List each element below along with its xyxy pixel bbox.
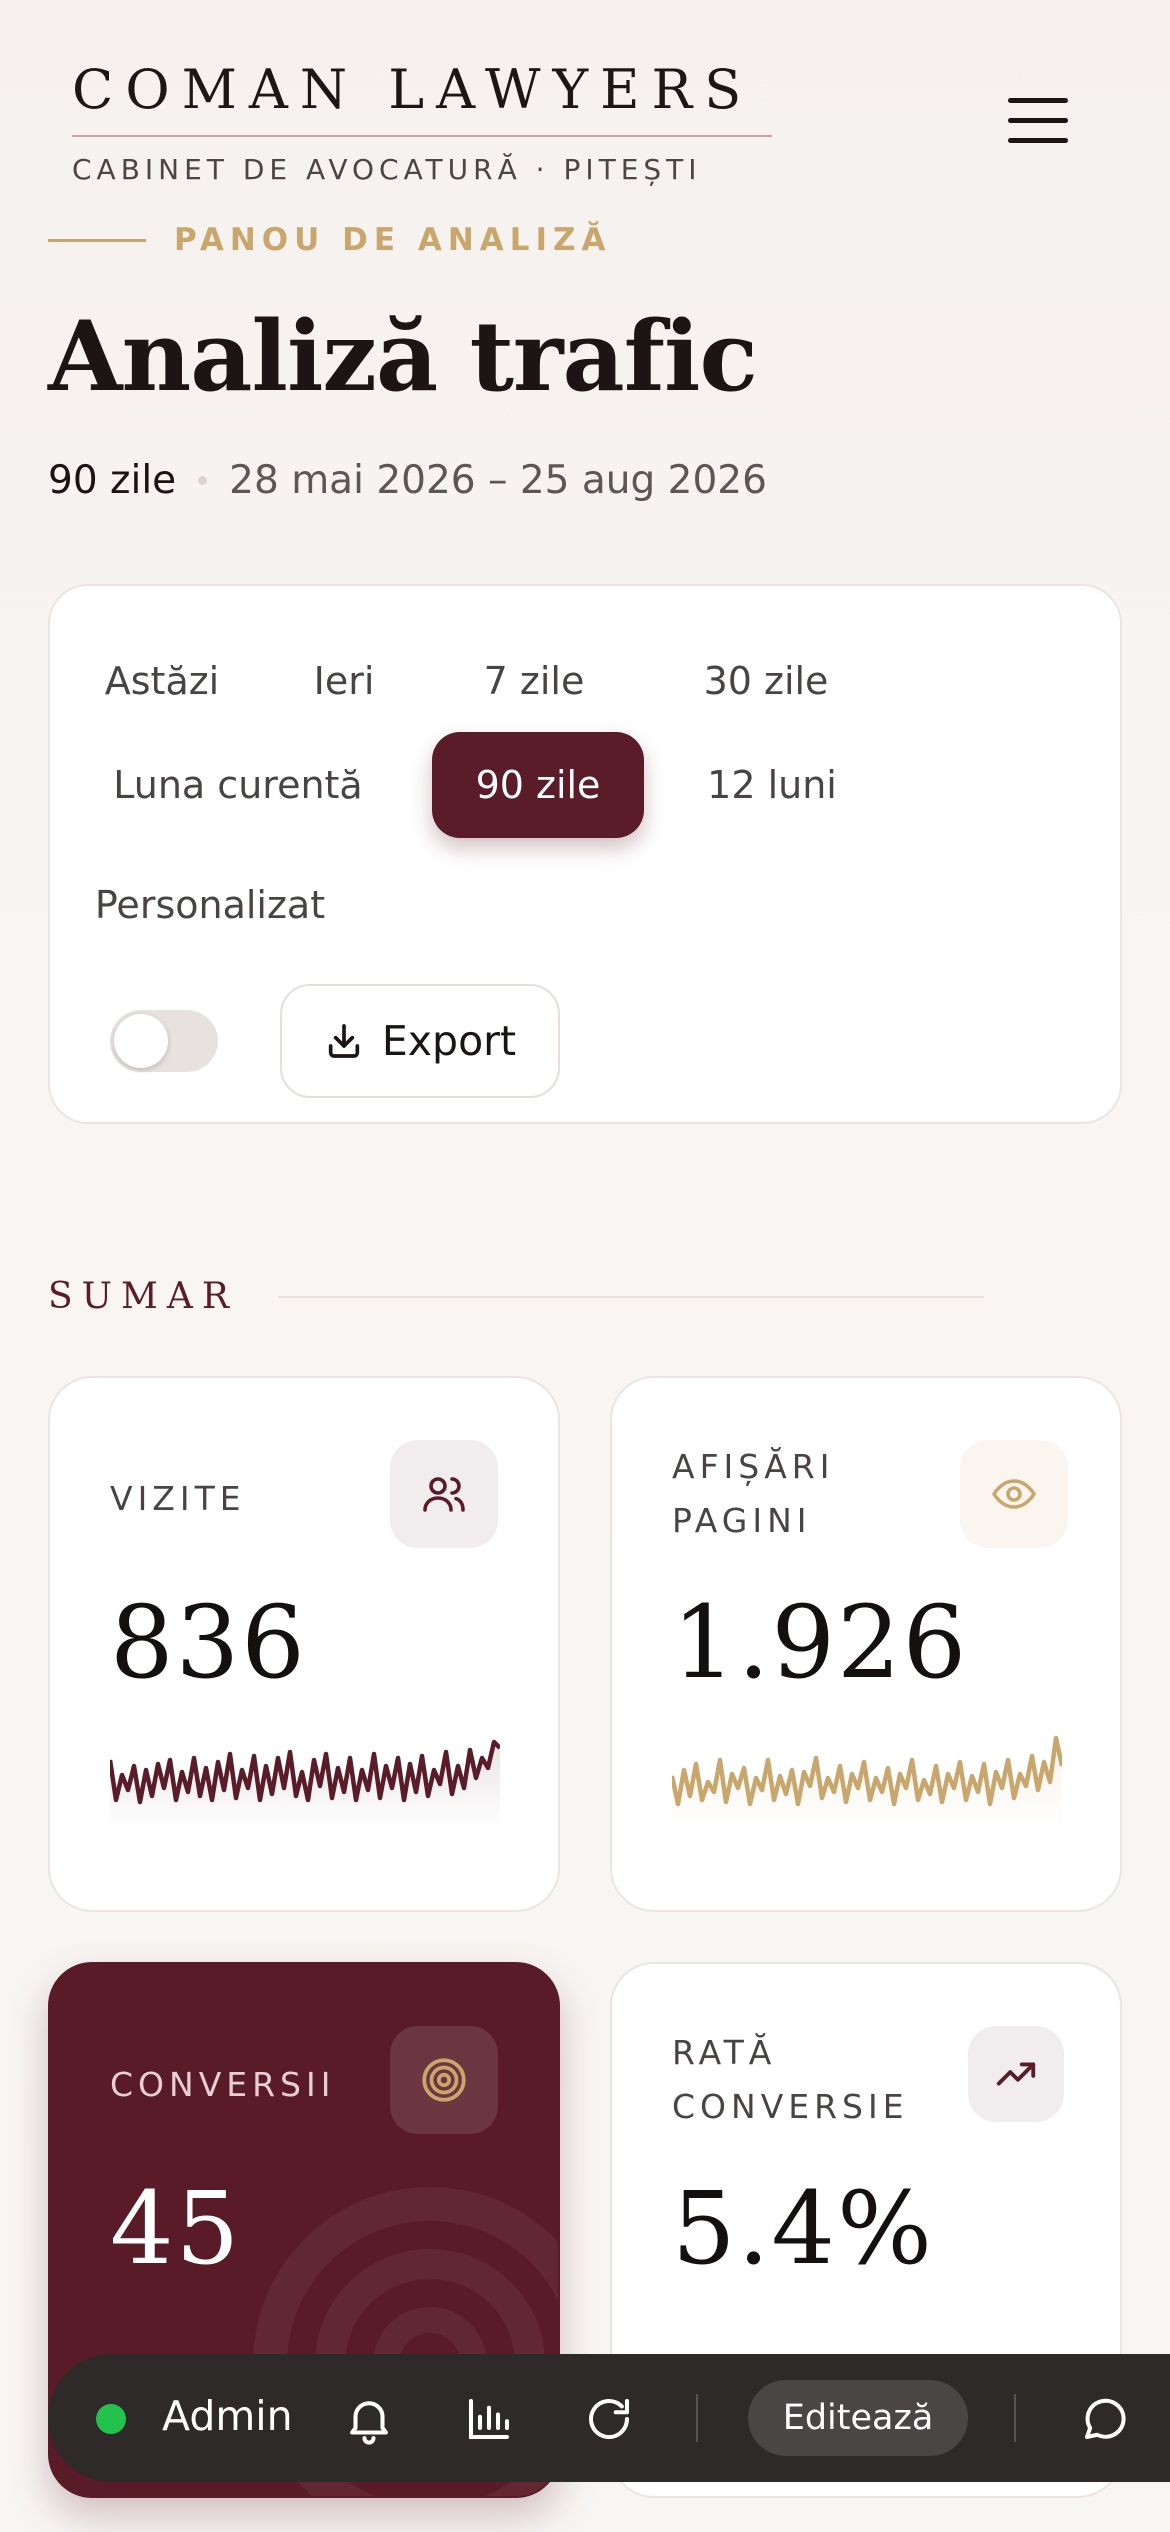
stat-card-visits[interactable]: VIZITE 836 [48, 1376, 560, 1912]
summary-heading-rule [277, 1295, 984, 1298]
online-status-dot [96, 2404, 126, 2434]
download-icon [328, 1024, 360, 1058]
chat-icon[interactable] [1078, 2392, 1132, 2446]
brand: COMAN LAWYERS CABINET DE AVOCATURĂ · PIT… [72, 58, 772, 186]
brand-subtitle: CABINET DE AVOCATURĂ · PITEȘTI [72, 153, 702, 186]
eye-icon [960, 1440, 1068, 1548]
export-button[interactable]: Export [280, 984, 560, 1098]
filter-7-days[interactable]: 7 zile [434, 628, 634, 734]
trending-up-icon [968, 2026, 1064, 2122]
stat-card-pageviews[interactable]: AFIȘĂRI PAGINI 1.926 [610, 1376, 1122, 1912]
filter-90-days[interactable]: 90 zile [432, 732, 644, 838]
toggle-knob [114, 1014, 168, 1068]
stat-label-text: AFIȘĂRI PAGINI [672, 1447, 835, 1540]
page-title: Analiză trafic [48, 300, 758, 413]
brand-divider [72, 135, 772, 137]
filter-custom[interactable]: Personalizat [72, 852, 348, 958]
summary-heading-label: SUMAR [48, 1276, 238, 1317]
visits-sparkline [110, 1739, 500, 1830]
stat-label: AFIȘĂRI PAGINI [672, 1440, 892, 1548]
edit-button[interactable]: Editează [748, 2380, 968, 2456]
page-eyebrow: PANOU DE ANALIZĂ [48, 222, 612, 258]
target-icon [390, 2026, 498, 2134]
stat-value: 836 [110, 1584, 307, 1701]
stat-label-text: RATĂ CONVERSIE [672, 2033, 909, 2126]
filter-12-months[interactable]: 12 luni [662, 732, 882, 838]
stat-label: RATĂ CONVERSIE [672, 2026, 932, 2134]
eyebrow-label: PANOU DE ANALIZĂ [174, 222, 612, 258]
stat-label: CONVERSII [110, 2065, 336, 2104]
refresh-icon[interactable] [582, 2392, 636, 2446]
filter-yesterday[interactable]: Ieri [282, 628, 406, 734]
stat-label: VIZITE [110, 1479, 246, 1518]
users-icon [390, 1440, 498, 1548]
date-range-summary: 90 zile 28 mai 2026 – 25 aug 2026 [48, 458, 767, 503]
toolbar-separator [1014, 2394, 1016, 2442]
toolbar-separator [696, 2394, 698, 2442]
filter-30-days[interactable]: 30 zile [656, 628, 876, 734]
separator-dot [198, 476, 208, 485]
summary-heading: SUMAR [48, 1276, 984, 1317]
date-range: 28 mai 2026 – 25 aug 2026 [229, 458, 767, 503]
export-label: Export [381, 1017, 517, 1065]
period-filter-card: Astăzi Ieri 7 zile 30 zile Luna curentă … [48, 584, 1122, 1124]
stat-value: 5.4% [672, 2170, 935, 2287]
bell-icon[interactable] [342, 2392, 396, 2446]
stat-value: 1.926 [672, 1584, 969, 1701]
compare-toggle[interactable] [110, 1010, 218, 1072]
filter-today[interactable]: Astăzi [72, 628, 252, 734]
pageviews-sparkline [672, 1735, 1062, 1830]
admin-user-label: Admin [162, 2392, 293, 2440]
eyebrow-rule [48, 238, 146, 242]
admin-toolbar: Admin Editează [48, 2354, 1170, 2482]
selected-period: 90 zile [48, 458, 177, 503]
hamburger-menu-icon[interactable] [1008, 98, 1068, 152]
bar-chart-icon[interactable] [462, 2392, 516, 2446]
stat-value: 45 [110, 2170, 242, 2287]
filter-current-month[interactable]: Luna curentă [72, 732, 404, 838]
brand-name: COMAN LAWYERS [72, 58, 754, 121]
